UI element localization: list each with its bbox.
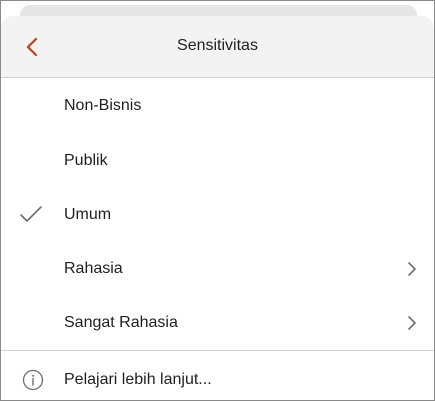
list-item-label: Rahasia [64,260,123,277]
chevron-right-icon [408,262,416,276]
list-item-label: Sangat Rahasia [64,314,178,331]
list-item-umum[interactable]: Umum [1,188,434,242]
learn-more-link[interactable]: Pelajari lebih lanjut... [1,351,434,400]
list-item-publik[interactable]: Publik [1,134,434,188]
list-item-non-bisnis[interactable]: Non-Bisnis [1,78,434,134]
list-item-label: Publik [64,152,108,169]
sensitivity-list: Non-Bisnis Publik Umum Rahasia Sangat Ra… [1,78,434,350]
checkmark-icon [20,206,42,222]
list-item-label: Non-Bisnis [64,97,142,114]
learn-more-label: Pelajari lebih lanjut... [64,371,212,388]
sensitivity-sheet: Sensitivitas Non-Bisnis Publik Umum Raha… [1,16,434,400]
list-item-sangat-rahasia[interactable]: Sangat Rahasia [1,296,434,350]
sheet-header: Sensitivitas [1,16,434,78]
chevron-right-icon [408,316,416,330]
page-title: Sensitivitas [177,37,258,54]
info-icon [22,369,44,391]
list-item-rahasia[interactable]: Rahasia [1,242,434,296]
sensitivity-panel: Sensitivitas Non-Bisnis Publik Umum Raha… [0,0,435,401]
list-item-label: Umum [64,206,112,223]
